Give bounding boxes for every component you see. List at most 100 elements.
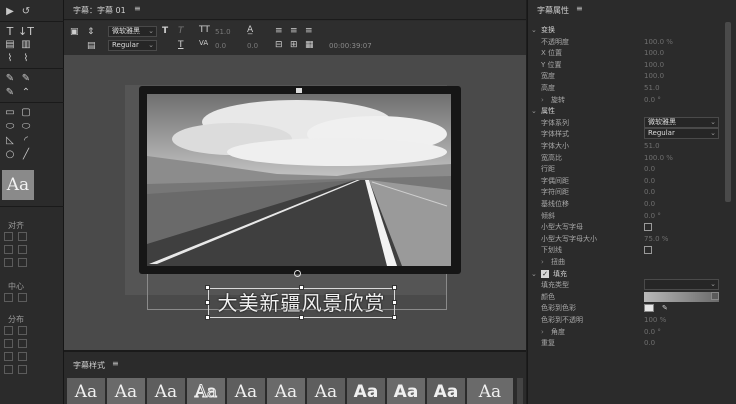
property-dropdown[interactable]: ⌄: [644, 279, 719, 290]
panel-menu-icon[interactable]: ≡: [134, 4, 141, 13]
font-size-value[interactable]: 51.0: [215, 29, 231, 36]
tab-stops-icon[interactable]: ⊟: [275, 41, 283, 50]
rotation-tool-icon[interactable]: ↺: [19, 6, 33, 18]
style-swatch[interactable]: Aa: [187, 378, 225, 404]
panel-menu-icon[interactable]: ≡: [576, 4, 583, 13]
fill-checkbox[interactable]: ✓: [541, 270, 549, 278]
selection-tool-icon[interactable]: ▶: [3, 6, 17, 18]
distribute-center-h-icon[interactable]: [4, 339, 13, 348]
property-value[interactable]: 100.0: [644, 70, 664, 82]
center-vertical-icon[interactable]: [18, 293, 27, 302]
style-swatch[interactable]: Aa: [467, 378, 513, 404]
styles-scrollbar[interactable]: [517, 378, 523, 404]
distribute-right-icon[interactable]: [4, 352, 13, 361]
frame-top-handle[interactable]: [296, 88, 302, 93]
underline-icon[interactable]: T: [178, 41, 184, 50]
area-type-tool-icon[interactable]: ▤: [3, 39, 17, 51]
kerning-value[interactable]: 0.0: [215, 43, 226, 50]
resize-handle[interactable]: [392, 300, 397, 305]
caption-text-box[interactable]: 大美新疆风景欣赏: [208, 288, 395, 318]
property-dropdown[interactable]: 微软雅黑 ⌄: [644, 117, 719, 128]
style-swatch[interactable]: Aa: [387, 378, 425, 404]
vertical-area-type-tool-icon[interactable]: ▥: [19, 39, 33, 51]
align-top-icon[interactable]: [18, 232, 27, 241]
style-swatch[interactable]: Aa: [347, 378, 385, 404]
align-left-text-icon[interactable]: ≡: [275, 27, 283, 36]
ellipse-tool-icon[interactable]: ○: [3, 149, 17, 161]
property-value[interactable]: 51.0: [644, 140, 660, 152]
property-value[interactable]: 100 %: [644, 314, 666, 326]
property-checkbox[interactable]: [644, 246, 652, 254]
properties-scrollbar[interactable]: [725, 22, 731, 202]
expand-chevron-icon[interactable]: ⌄: [531, 105, 537, 117]
font-style-dropdown[interactable]: Regular ⌄: [108, 40, 157, 51]
path-type-tool-icon[interactable]: ⌇: [3, 53, 17, 65]
resize-handle[interactable]: [392, 315, 397, 320]
arc-tool-icon[interactable]: ◜: [19, 135, 33, 147]
bold-icon[interactable]: T: [162, 27, 168, 36]
distribute-v-spacing-icon[interactable]: [18, 365, 27, 374]
align-center-h-icon[interactable]: [4, 245, 13, 254]
style-swatch[interactable]: Aa: [227, 378, 265, 404]
property-value[interactable]: 0.0: [644, 186, 655, 198]
font-family-dropdown[interactable]: 微软雅黑 ⌄: [108, 26, 157, 37]
property-value[interactable]: 100.0: [644, 47, 664, 59]
center-horizontal-icon[interactable]: [4, 293, 13, 302]
style-swatch[interactable]: Aa: [107, 378, 145, 404]
expand-chevron-icon[interactable]: ⌄: [531, 24, 537, 36]
rounded-corner-tool-icon[interactable]: ⬭: [19, 121, 33, 133]
style-swatch[interactable]: Aa: [267, 378, 305, 404]
resize-handle[interactable]: [205, 300, 210, 305]
resize-handle[interactable]: [392, 285, 397, 290]
resize-handle[interactable]: [205, 315, 210, 320]
anchor-point-icon[interactable]: [294, 270, 301, 277]
distribute-top-icon[interactable]: [18, 326, 27, 335]
resize-handle[interactable]: [299, 315, 304, 320]
property-value[interactable]: 51.0: [644, 82, 660, 94]
vertical-type-tool-icon[interactable]: ↓T: [18, 25, 34, 37]
distribute-bottom-icon[interactable]: [18, 352, 27, 361]
line-tool-icon[interactable]: ╱: [19, 149, 33, 161]
style-swatch[interactable]: Aa: [307, 378, 345, 404]
panel-menu-icon[interactable]: ≡: [112, 359, 119, 368]
timecode[interactable]: 00:00:39:07: [329, 43, 372, 50]
clipped-rectangle-tool-icon[interactable]: ⬭: [3, 121, 17, 133]
show-background-icon[interactable]: ⊞: [290, 41, 298, 50]
property-value[interactable]: 0.0: [644, 337, 655, 349]
roll-crawl-icon[interactable]: ⇕: [87, 28, 95, 37]
align-left-icon[interactable]: [4, 232, 13, 241]
italic-icon[interactable]: T: [178, 27, 184, 36]
rounded-rectangle-tool-icon[interactable]: ▢: [19, 107, 33, 119]
convert-anchor-tool-icon[interactable]: ⌃: [19, 87, 33, 99]
gradient-bar[interactable]: [644, 292, 719, 302]
delete-anchor-tool-icon[interactable]: ✎: [3, 87, 17, 99]
style-swatch[interactable]: Aa: [147, 378, 185, 404]
color-swatch[interactable]: [644, 304, 654, 312]
distribute-h-spacing-icon[interactable]: [4, 365, 13, 374]
eyedropper-icon[interactable]: ✎: [662, 302, 668, 314]
add-anchor-tool-icon[interactable]: ✎: [19, 73, 33, 85]
gradient-stop-right[interactable]: [711, 292, 719, 300]
distribute-left-icon[interactable]: [4, 326, 13, 335]
templates-icon[interactable]: ▤: [87, 42, 96, 51]
property-value[interactable]: 0.0: [644, 163, 655, 175]
new-title-icon[interactable]: ▣: [70, 28, 79, 37]
resize-handle[interactable]: [205, 285, 210, 290]
property-value[interactable]: 0.0: [644, 198, 655, 210]
pen-tool-icon[interactable]: ✎: [3, 73, 17, 85]
property-dropdown[interactable]: Regular ⌄: [644, 128, 719, 139]
leading-value[interactable]: 0.0: [247, 43, 258, 50]
grid-icon[interactable]: ▦: [305, 41, 314, 50]
type-tool-icon[interactable]: T: [3, 25, 17, 37]
align-center-text-icon[interactable]: ≡: [290, 27, 298, 36]
align-center-v-icon[interactable]: [18, 245, 27, 254]
style-swatch[interactable]: Aa: [67, 378, 105, 404]
align-right-icon[interactable]: [4, 258, 13, 267]
style-swatch[interactable]: Aa: [427, 378, 465, 404]
distribute-center-v-icon[interactable]: [18, 339, 27, 348]
resize-handle[interactable]: [299, 285, 304, 290]
vertical-path-type-tool-icon[interactable]: ⌇: [19, 53, 33, 65]
property-checkbox[interactable]: [644, 223, 652, 231]
align-right-text-icon[interactable]: ≡: [305, 27, 313, 36]
align-bottom-icon[interactable]: [18, 258, 27, 267]
